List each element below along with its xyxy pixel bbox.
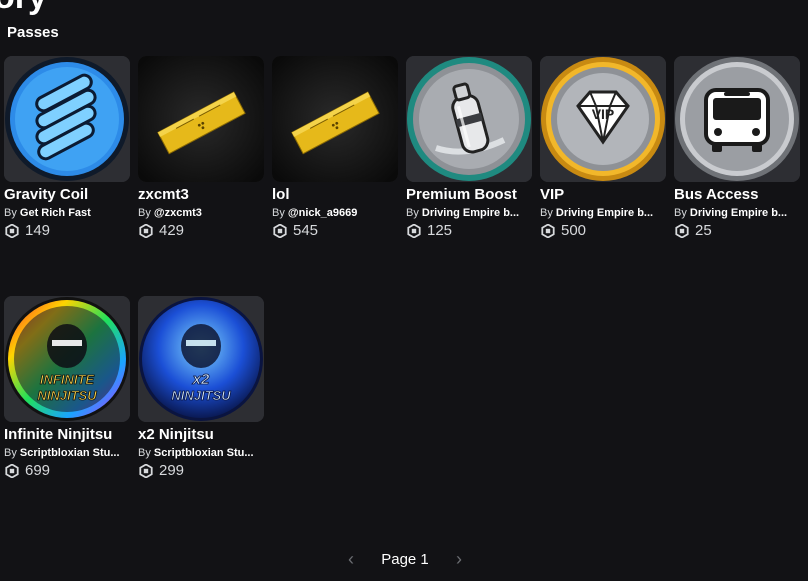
creator-link[interactable]: Scriptbloxian Stu... [154,447,254,459]
pass-creator: By Get Rich Fast [4,206,130,220]
ninja-blue-icon: x2 NINJITSU [138,296,264,422]
bus-icon [674,56,800,182]
price-value: 149 [25,222,51,239]
pass-creator: By @nick_a9669 [272,206,398,220]
badge-line2: NINJITSU [171,388,231,403]
pass-price: 125 [406,222,532,239]
pass-card[interactable]: Gravity Coil By Get Rich Fast 149 [4,56,130,246]
vip-diamond-icon: VIP [540,56,666,182]
gold-ticket-icon [138,56,264,182]
pass-thumbnail[interactable] [406,56,532,182]
pass-creator: By Driving Empire b... [406,206,532,220]
price-value: 299 [159,462,185,479]
creator-link[interactable]: Get Rich Fast [20,207,91,219]
pass-name[interactable]: Bus Access [674,185,800,204]
chevron-right-icon[interactable]: › [448,549,470,570]
robux-icon [139,223,153,238]
by-label: By [4,447,17,459]
pass-price: 299 [138,462,264,479]
creator-link[interactable]: @nick_a9669 [288,207,357,219]
price-value: 699 [25,462,51,479]
ninja-rainbow-icon: INFINITE NINJITSU [4,296,130,422]
pass-name[interactable]: Premium Boost [406,185,532,204]
price-value: 25 [695,222,712,239]
robux-icon [139,463,153,478]
creator-link[interactable]: Driving Empire b... [690,207,787,219]
pass-thumbnail[interactable]: INFINITE NINJITSU [4,296,130,422]
pass-card[interactable]: VIP VIP By Driving Empire b... 500 [540,56,666,246]
pass-thumbnail[interactable] [138,56,264,182]
pass-name[interactable]: x2 Ninjitsu [138,425,264,444]
robux-icon [5,223,19,238]
pass-creator: By Scriptbloxian Stu... [138,446,264,460]
svg-text:VIP: VIP [592,106,615,122]
creator-link[interactable]: @zxcmt3 [154,207,202,219]
pass-creator: By Scriptbloxian Stu... [4,446,130,460]
price-value: 125 [427,222,453,239]
pass-thumbnail[interactable] [4,56,130,182]
gravity-coil-icon [4,56,130,182]
pass-name[interactable]: VIP [540,185,666,204]
by-label: By [138,447,151,459]
robux-icon [407,223,421,238]
chevron-left-icon[interactable]: ‹ [340,549,362,570]
robux-icon [5,463,19,478]
pass-name[interactable]: Gravity Coil [4,185,130,204]
robux-icon [675,223,689,238]
creator-link[interactable]: Driving Empire b... [556,207,653,219]
pass-card[interactable]: lol By @nick_a9669 545 [272,56,398,246]
by-label: By [674,207,687,219]
pass-card[interactable]: x2 NINJITSU x2 Ninjitsu By Scriptbloxian… [138,296,264,486]
by-label: By [540,207,553,219]
pass-creator: By Driving Empire b... [674,206,800,220]
by-label: By [138,207,151,219]
page-title: ory [0,0,47,17]
pass-price: 500 [540,222,666,239]
page-indicator: Page 1 [381,550,429,568]
robux-icon [541,223,555,238]
creator-link[interactable]: Driving Empire b... [422,207,519,219]
pass-card[interactable]: Premium Boost By Driving Empire b... 125 [406,56,532,246]
pass-thumbnail[interactable]: x2 NINJITSU [138,296,264,422]
pass-price: 429 [138,222,264,239]
pass-price: 699 [4,462,130,479]
pass-card[interactable]: INFINITE NINJITSU Infinite Ninjitsu By S… [4,296,130,486]
pass-price: 149 [4,222,130,239]
section-label-passes: Passes [7,24,59,41]
by-label: By [406,207,419,219]
pagination: ‹ Page 1 › [340,547,470,571]
pass-creator: By Driving Empire b... [540,206,666,220]
pass-creator: By @zxcmt3 [138,206,264,220]
pass-thumbnail[interactable] [674,56,800,182]
nitro-bottle-icon [406,56,532,182]
pass-price: 25 [674,222,800,239]
price-value: 500 [561,222,587,239]
pass-card[interactable]: zxcmt3 By @zxcmt3 429 [138,56,264,246]
badge-line1: INFINITE [40,372,94,387]
badge-line1: x2 [192,371,210,388]
pass-price: 545 [272,222,398,239]
pass-name[interactable]: lol [272,185,398,204]
pass-card[interactable]: Bus Access By Driving Empire b... 25 [674,56,800,246]
creator-link[interactable]: Scriptbloxian Stu... [20,447,120,459]
by-label: By [272,207,285,219]
pass-name[interactable]: zxcmt3 [138,185,264,204]
robux-icon [273,223,287,238]
pass-thumbnail[interactable]: VIP [540,56,666,182]
price-value: 429 [159,222,185,239]
badge-line2: NINJITSU [37,388,97,403]
by-label: By [4,207,17,219]
price-value: 545 [293,222,319,239]
pass-name[interactable]: Infinite Ninjitsu [4,425,130,444]
gold-ticket-icon [272,56,398,182]
pass-thumbnail[interactable] [272,56,398,182]
